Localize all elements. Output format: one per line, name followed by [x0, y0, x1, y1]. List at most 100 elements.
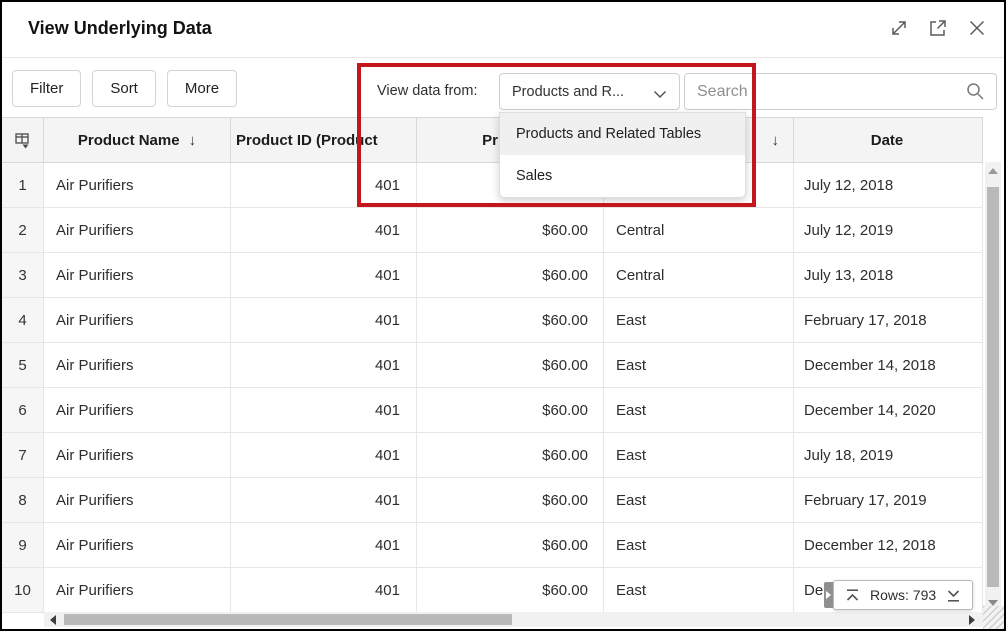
go-to-bottom-icon[interactable]	[945, 587, 962, 604]
header-product-id[interactable]: Product ID (Product	[231, 118, 417, 163]
column-picker-cell[interactable]	[2, 118, 44, 163]
table-row: 3 Air Purifiers 401 $60.00 Central July …	[2, 253, 983, 298]
view-data-from-label: View data from:	[377, 83, 477, 99]
cell-product-name: Air Purifiers	[44, 343, 231, 388]
scroll-up-icon[interactable]	[988, 168, 998, 174]
cell-product-id: 401	[231, 523, 417, 568]
table-row: 6 Air Purifiers 401 $60.00 East December…	[2, 388, 983, 433]
table-row: 1 Air Purifiers 401 July 12, 2018	[2, 163, 983, 208]
vertical-scrollbar[interactable]	[985, 162, 1001, 612]
row-number: 10	[2, 568, 44, 613]
collapse-handle-icon[interactable]	[824, 582, 833, 608]
header-price-label: Pr	[482, 132, 498, 149]
view-underlying-data-dialog: View Underlying Data Filter Sort More	[0, 0, 1006, 631]
cell-product-name: Air Purifiers	[44, 163, 231, 208]
cell-product-name: Air Purifiers	[44, 298, 231, 343]
cell-date: December 14, 2020	[794, 388, 983, 433]
header-date[interactable]: Date	[794, 118, 983, 163]
cell-region: East	[604, 298, 794, 343]
window-controls	[888, 17, 988, 39]
cell-price: $60.00	[417, 298, 604, 343]
row-number: 8	[2, 478, 44, 523]
rows-count-label: Rows: 793	[870, 587, 936, 603]
header-date-label: Date	[871, 132, 904, 149]
cell-date: February 17, 2018	[794, 298, 983, 343]
cell-region: East	[604, 523, 794, 568]
cell-price: $60.00	[417, 433, 604, 478]
cell-date: July 12, 2019	[794, 208, 983, 253]
open-in-new-icon[interactable]	[927, 17, 949, 39]
cell-product-name: Air Purifiers	[44, 253, 231, 298]
close-icon[interactable]	[966, 17, 988, 39]
scroll-left-icon[interactable]	[50, 615, 56, 625]
cell-region: East	[604, 568, 794, 613]
table-row: 2 Air Purifiers 401 $60.00 Central July …	[2, 208, 983, 253]
data-table: Product Name ↓ Product ID (Product Pr ↓ …	[2, 117, 983, 613]
menu-item-products-and-related-tables[interactable]: Products and Related Tables	[500, 113, 745, 155]
table-header-row: Product Name ↓ Product ID (Product Pr ↓ …	[2, 118, 983, 163]
cell-product-id: 401	[231, 163, 417, 208]
sort-descending-icon: ↓	[772, 132, 780, 149]
sort-descending-icon: ↓	[189, 132, 197, 149]
table-row: 5 Air Purifiers 401 $60.00 East December…	[2, 343, 983, 388]
cell-price: $60.00	[417, 523, 604, 568]
data-source-select-value: Products and R...	[512, 84, 624, 100]
cell-product-id: 401	[231, 343, 417, 388]
cell-product-id: 401	[231, 208, 417, 253]
row-number: 9	[2, 523, 44, 568]
menu-item-sales[interactable]: Sales	[500, 155, 745, 197]
cell-region: East	[604, 433, 794, 478]
resize-grip[interactable]	[983, 606, 1004, 629]
cell-region: East	[604, 478, 794, 523]
table-row: 4 Air Purifiers 401 $60.00 East February…	[2, 298, 983, 343]
cell-date: July 13, 2018	[794, 253, 983, 298]
cell-product-id: 401	[231, 388, 417, 433]
data-source-select[interactable]: Products and R...	[499, 73, 680, 110]
cell-product-id: 401	[231, 253, 417, 298]
cell-product-name: Air Purifiers	[44, 388, 231, 433]
title-bar: View Underlying Data	[2, 2, 1004, 58]
cell-date: July 12, 2018	[794, 163, 983, 208]
header-product-name[interactable]: Product Name ↓	[44, 118, 231, 163]
row-number: 3	[2, 253, 44, 298]
expand-icon[interactable]	[888, 17, 910, 39]
filter-button[interactable]: Filter	[12, 70, 81, 107]
rows-pager-box: Rows: 793	[833, 580, 973, 610]
cell-date: December 12, 2018	[794, 523, 983, 568]
cell-product-name: Air Purifiers	[44, 433, 231, 478]
cell-product-id: 401	[231, 478, 417, 523]
scroll-right-icon[interactable]	[969, 615, 975, 625]
header-product-id-label: Product ID (Product	[236, 132, 378, 149]
cell-price: $60.00	[417, 388, 604, 433]
table-row: 9 Air Purifiers 401 $60.00 East December…	[2, 523, 983, 568]
cell-product-name: Air Purifiers	[44, 208, 231, 253]
cell-price: $60.00	[417, 568, 604, 613]
search-input[interactable]	[684, 73, 997, 110]
table-row: 7 Air Purifiers 401 $60.00 East July 18,…	[2, 433, 983, 478]
table-row: 8 Air Purifiers 401 $60.00 East February…	[2, 478, 983, 523]
cell-price: $60.00	[417, 208, 604, 253]
toolbar-left: Filter Sort More	[12, 70, 237, 107]
row-number: 1	[2, 163, 44, 208]
cell-product-id: 401	[231, 433, 417, 478]
horizontal-scrollbar[interactable]	[44, 612, 983, 627]
cell-product-name: Air Purifiers	[44, 523, 231, 568]
chevron-down-icon	[653, 87, 667, 96]
cell-region: East	[604, 343, 794, 388]
cell-price: $60.00	[417, 343, 604, 388]
row-number: 4	[2, 298, 44, 343]
cell-product-name: Air Purifiers	[44, 568, 231, 613]
cell-product-id: 401	[231, 298, 417, 343]
go-to-top-icon[interactable]	[844, 587, 861, 604]
header-product-name-label: Product Name	[78, 132, 180, 149]
vertical-scrollbar-thumb[interactable]	[987, 187, 999, 587]
more-button[interactable]: More	[167, 70, 237, 107]
row-number: 5	[2, 343, 44, 388]
table-columns-icon	[13, 131, 32, 150]
cell-date: July 18, 2019	[794, 433, 983, 478]
row-number: 7	[2, 433, 44, 478]
row-number: 2	[2, 208, 44, 253]
cell-region: Central	[604, 253, 794, 298]
horizontal-scrollbar-thumb[interactable]	[64, 614, 512, 625]
sort-button[interactable]: Sort	[92, 70, 156, 107]
